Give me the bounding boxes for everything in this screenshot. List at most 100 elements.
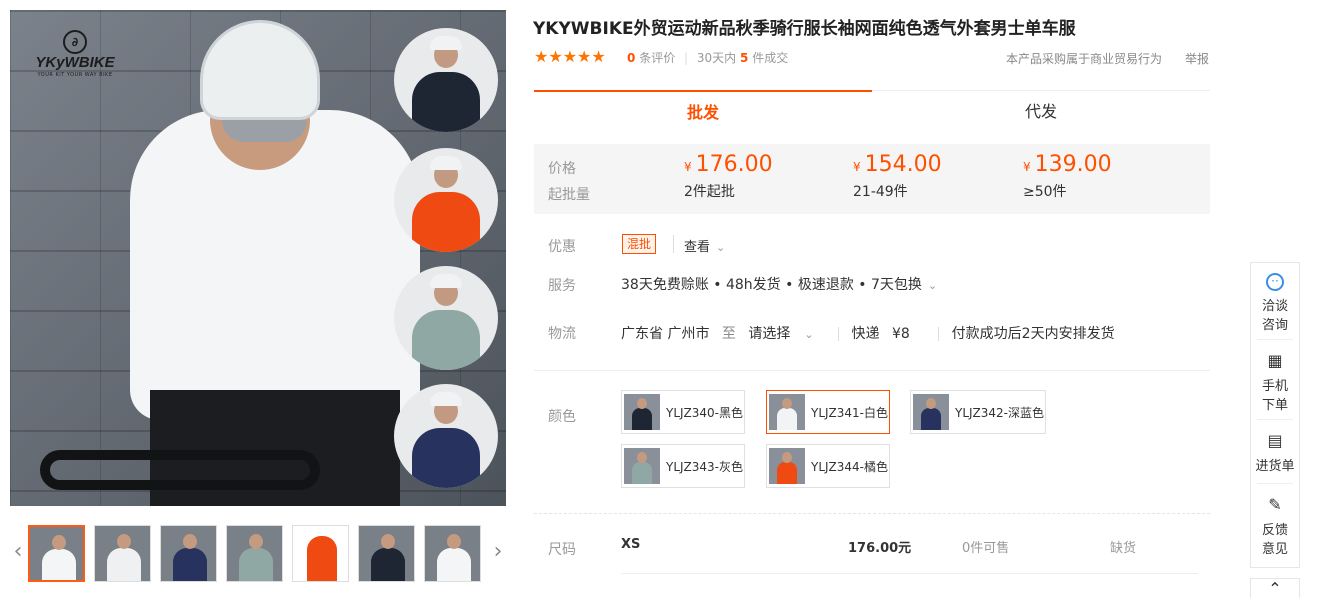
promo-view-label: 查看 (684, 240, 711, 255)
thumb-next-icon[interactable]: › (490, 540, 506, 564)
chevron-down-icon: ⌄ (927, 279, 938, 292)
cart-button[interactable]: ▤ 进货单 (1251, 431, 1299, 474)
color-preview-black (394, 28, 498, 132)
trade-note: 本产品采购属于商业贸易行为 (1006, 52, 1163, 66)
swatch-thumbnail (624, 394, 660, 430)
logistics-divider (938, 327, 940, 341)
logo-mark-icon: ∂ (63, 30, 87, 54)
toolbar-divider (1257, 419, 1293, 420)
swatch-label: YLJZ344-橘色 (811, 460, 889, 474)
review-label[interactable]: 条评价 (639, 51, 675, 65)
destination-select[interactable]: 请选择 ⌄ (748, 326, 821, 342)
feedback-label-1: 反馈 (1261, 523, 1288, 538)
currency-symbol: ¥ (684, 160, 692, 174)
thumb-prev-icon[interactable]: ‹ (10, 540, 26, 564)
chat-bubble-icon: ·· (1266, 273, 1284, 291)
tier-quantity: 21-49件 (853, 184, 908, 200)
swatch-thumbnail (769, 448, 805, 484)
size-status: 缺货 (1110, 541, 1137, 556)
consult-button[interactable]: ·· 洽谈 咨询 (1251, 273, 1299, 333)
clipboard-icon: ▤ (1267, 431, 1283, 450)
rating-stars-icon: ★★★★★ (534, 47, 606, 66)
feedback-button[interactable]: ✎ 反馈 意见 (1251, 495, 1299, 557)
color-option-navy[interactable]: YLJZ342-深蓝色 (910, 390, 1046, 434)
logo-name: YKyWBIKE (35, 54, 115, 71)
tier-quantity: ≥50件 (1023, 184, 1067, 200)
section-divider (534, 370, 1210, 371)
toolbar-divider (1257, 339, 1293, 340)
swatch-label: YLJZ340-黑色 (666, 406, 744, 420)
service-label: 服务 (548, 278, 576, 294)
mobile-label-2: 下单 (1261, 398, 1288, 413)
promo-view-button[interactable]: 查看 ⌄ (684, 236, 725, 255)
color-option-gray[interactable]: YLJZ343-灰色 (621, 444, 745, 488)
main-product-image[interactable]: ∂ YKyWBIKE YOUR KIT YOUR WAY BIKE (10, 10, 506, 506)
color-option-orange[interactable]: YLJZ344-橘色 (766, 444, 890, 488)
tab-wholesale[interactable]: 批发 (534, 90, 872, 132)
toolbar-divider (1257, 483, 1293, 484)
logo-tagline: YOUR KIT YOUR WAY BIKE (37, 72, 113, 78)
sales-suffix: 件成交 (752, 51, 789, 65)
thumbnail-5[interactable] (292, 525, 349, 582)
express-fee: ¥8 (891, 326, 910, 342)
tab-dropship[interactable]: 代发 (872, 90, 1210, 132)
thumbnail-6[interactable] (358, 525, 415, 582)
ship-to: 至 (721, 326, 736, 342)
edit-icon: ✎ (1268, 495, 1282, 514)
thumbnail-2[interactable] (94, 525, 151, 582)
sales-prefix: 30天内 (696, 51, 737, 65)
color-preview-gray (394, 266, 498, 370)
size-price: 176.00元 (848, 541, 912, 556)
bike-handlebar (40, 450, 320, 490)
thumbnail-7[interactable] (424, 525, 481, 582)
thumbnail-strip: ‹ › (10, 522, 506, 584)
glasses (222, 120, 307, 142)
moq-label: 起批量 (548, 187, 590, 203)
color-option-white[interactable]: YLJZ341-白色 (766, 390, 890, 434)
currency-symbol: ¥ (1023, 160, 1031, 174)
currency-symbol: ¥ (853, 160, 861, 174)
logistics-row: 广东省 广州市 至 请选择 ⌄ 快递 ¥8 付款成功后2天内安排发货 (621, 323, 1123, 343)
rating-meta: 0 条评价 | 30天内 5 件成交 (627, 49, 788, 66)
ship-note: 付款成功后2天内安排发货 (951, 326, 1115, 342)
chevron-down-icon: ⌄ (804, 328, 814, 341)
purchase-tabs: 批发 代发 (534, 90, 1210, 132)
side-toolbar: ·· 洽谈 咨询 ▦ 手机 下单 ▤ 进货单 ✎ 反馈 意见 (1250, 262, 1300, 568)
qr-code-icon: ▦ (1267, 351, 1283, 370)
swatch-thumbnail (769, 394, 805, 430)
price-tier-3: ¥139.00 ≥50件 (1023, 152, 1112, 201)
logistics-divider (838, 327, 840, 341)
mixed-batch-badge: 混批 (622, 234, 657, 254)
color-option-black[interactable]: YLJZ340-黑色 (621, 390, 745, 434)
size-stock: 0件可售 (962, 541, 1010, 556)
size-label: 尺码 (548, 542, 576, 558)
service-text: 38天免费赊账 • 48h发货 • 极速退款 • 7天包换 (621, 277, 922, 293)
thumbnail-3[interactable] (160, 525, 217, 582)
row-divider (621, 573, 1198, 574)
meta-divider: | (684, 51, 689, 65)
promo-divider (673, 235, 674, 253)
report-link[interactable]: 举报 (1185, 50, 1209, 67)
color-label: 颜色 (548, 409, 576, 425)
express-label: 快递 (851, 326, 880, 342)
consult-label-1: 洽谈 (1261, 299, 1288, 314)
mobile-label-1: 手机 (1261, 379, 1288, 394)
destination-value: 请选择 (748, 326, 791, 342)
chevron-down-icon: ⌄ (716, 241, 726, 254)
back-to-top-icon[interactable]: ⌃ (1250, 578, 1300, 598)
product-page: ∂ YKyWBIKE YOUR KIT YOUR WAY BIKE ‹ › YK… (0, 0, 1321, 598)
swatch-thumbnail (624, 448, 660, 484)
tier-price: 154.00 (864, 152, 942, 177)
mobile-order-button[interactable]: ▦ 手机 下单 (1251, 351, 1299, 413)
tier-price: 139.00 (1034, 152, 1112, 177)
thumbnail-1[interactable] (28, 525, 85, 582)
product-title: YKYWBIKE外贸运动新品秋季骑行服长袖网面纯色透气外套男士单车服 (533, 19, 1076, 39)
price-tier-1: ¥176.00 2件起批 (684, 152, 773, 201)
thumbnail-4[interactable] (226, 525, 283, 582)
tier-price: 176.00 (695, 152, 773, 177)
ship-origin: 广东省 广州市 (621, 326, 710, 342)
logistics-label: 物流 (548, 326, 576, 342)
section-divider (534, 513, 1210, 514)
promo-label: 优惠 (548, 239, 576, 255)
service-dropdown[interactable]: 38天免费赊账 • 48h发货 • 极速退款 • 7天包换 ⌄ (621, 274, 937, 294)
